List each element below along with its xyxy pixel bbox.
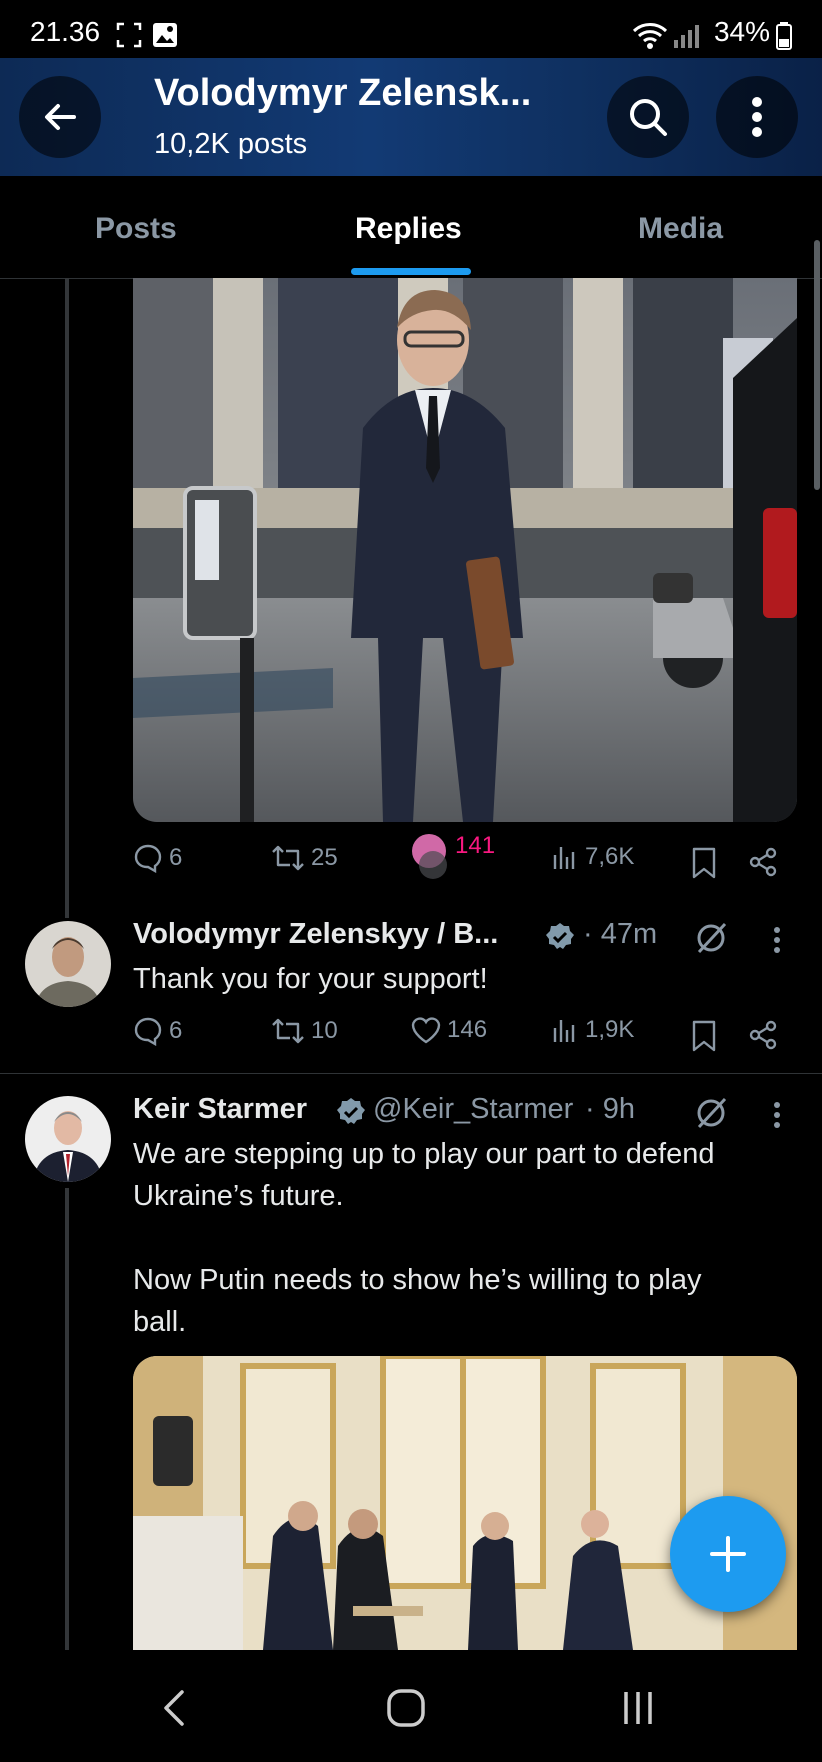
avatar-zelenskyy[interactable] xyxy=(25,921,111,1007)
gallery-icon xyxy=(153,23,177,47)
like-button[interactable]: 146 xyxy=(411,1016,487,1044)
repost-count: 25 xyxy=(311,844,338,871)
verified-badge-icon xyxy=(337,1098,365,1124)
signal-icon xyxy=(674,25,699,48)
more-options-button[interactable] xyxy=(716,76,798,158)
repost-icon xyxy=(272,845,304,871)
nav-back-icon[interactable] xyxy=(160,1688,188,1728)
wifi-icon xyxy=(632,23,668,49)
profile-title: Volodymyr Zelensk... xyxy=(154,72,532,114)
profile-tabs: Posts Replies Media xyxy=(0,176,822,279)
status-bar: 21.36 34% xyxy=(0,0,822,58)
repost-count: 10 xyxy=(311,1017,338,1044)
share-icon[interactable] xyxy=(748,847,778,877)
more-vertical-icon[interactable] xyxy=(773,1101,781,1129)
post-text-line: Now Putin needs to show he’s willing to … xyxy=(133,1264,702,1296)
post-image-man-in-suit[interactable] xyxy=(133,278,797,822)
grok-icon[interactable] xyxy=(693,1095,729,1131)
views-count: 7,6K xyxy=(585,843,635,870)
more-vertical-icon xyxy=(752,97,762,137)
like-count: 141 xyxy=(455,832,496,859)
tab-posts[interactable]: Posts xyxy=(95,212,177,246)
compose-post-button[interactable] xyxy=(670,1496,786,1612)
reply-count: 6 xyxy=(169,1017,183,1044)
tab-media[interactable]: Media xyxy=(638,212,723,246)
author-name[interactable]: Volodymyr Zelenskyy / B... xyxy=(133,918,498,951)
nav-home-icon[interactable] xyxy=(386,1688,426,1728)
reply-button[interactable]: 6 xyxy=(133,843,182,873)
search-icon xyxy=(630,99,667,136)
post-image-meeting-room[interactable] xyxy=(133,1356,797,1650)
back-button[interactable] xyxy=(19,76,101,158)
plus-icon xyxy=(710,1536,746,1572)
status-time: 21.36 xyxy=(30,16,101,47)
like-button[interactable]: 141 xyxy=(411,829,495,881)
views-count: 1,9K xyxy=(585,1016,635,1043)
tab-replies[interactable]: Replies xyxy=(355,212,462,246)
reply-post-header: Volodymyr Zelenskyy / B... · 47m xyxy=(133,918,813,960)
repost-button[interactable]: 10 xyxy=(271,1016,338,1046)
scrollbar[interactable] xyxy=(814,240,820,490)
views-button[interactable]: 1,9K xyxy=(551,1016,634,1044)
grok-icon[interactable] xyxy=(693,920,729,956)
bookmark-icon[interactable] xyxy=(691,1020,717,1052)
thread-line xyxy=(65,1188,69,1650)
active-tab-indicator xyxy=(351,268,471,275)
battery-icon xyxy=(776,22,792,50)
battery-percent: 34% xyxy=(713,16,770,47)
arrow-left-icon xyxy=(45,104,76,130)
comment-icon xyxy=(134,844,162,873)
views-chart-icon xyxy=(553,847,575,869)
comment-icon xyxy=(134,1017,162,1046)
like-animation-icon xyxy=(412,834,447,879)
starmer-post-text: We are stepping up to play our part to d… xyxy=(133,1133,813,1343)
share-icon[interactable] xyxy=(748,1020,778,1050)
reply-post-actions: 6 10 146 1,9K xyxy=(133,1016,793,1056)
reply-button[interactable]: 6 xyxy=(133,1016,182,1046)
author-name[interactable]: Keir Starmer xyxy=(133,1093,307,1126)
avatar-keir-starmer[interactable] xyxy=(25,1096,111,1182)
views-button[interactable]: 7,6K xyxy=(551,843,634,871)
post-count: 10,2K posts xyxy=(154,128,308,160)
post-time: · 9h xyxy=(585,1093,635,1125)
thread-line xyxy=(65,278,69,918)
post-divider xyxy=(0,1073,822,1074)
search-button[interactable] xyxy=(607,76,689,158)
more-vertical-icon[interactable] xyxy=(773,926,781,954)
repost-icon xyxy=(272,1018,304,1044)
post-text-line: Ukraine’s future. xyxy=(133,1180,344,1212)
post-actions: 6 25 141 7,6K xyxy=(133,832,793,883)
heart-icon xyxy=(411,1017,441,1044)
screenshot-icon xyxy=(116,22,142,48)
repost-button[interactable]: 25 xyxy=(271,843,338,873)
verified-badge-icon xyxy=(546,923,574,949)
views-chart-icon xyxy=(553,1020,575,1042)
reply-post-text: Thank you for your support! xyxy=(133,963,488,995)
starmer-post-header: Keir Starmer @Keir_Starmer · 9h xyxy=(133,1093,813,1135)
reply-count: 6 xyxy=(169,844,183,871)
bookmark-icon[interactable] xyxy=(691,847,717,879)
nav-recents-icon[interactable] xyxy=(620,1690,656,1726)
profile-header: Volodymyr Zelensk... 10,2K posts xyxy=(0,58,822,176)
system-navigation-bar xyxy=(0,1650,822,1762)
post-text-line: ball. xyxy=(133,1306,187,1338)
like-count: 146 xyxy=(447,1016,488,1043)
post-text-line: We are stepping up to play our part to d… xyxy=(133,1138,715,1170)
author-handle[interactable]: @Keir_Starmer xyxy=(373,1093,573,1126)
post-time: · 47m xyxy=(583,918,658,950)
